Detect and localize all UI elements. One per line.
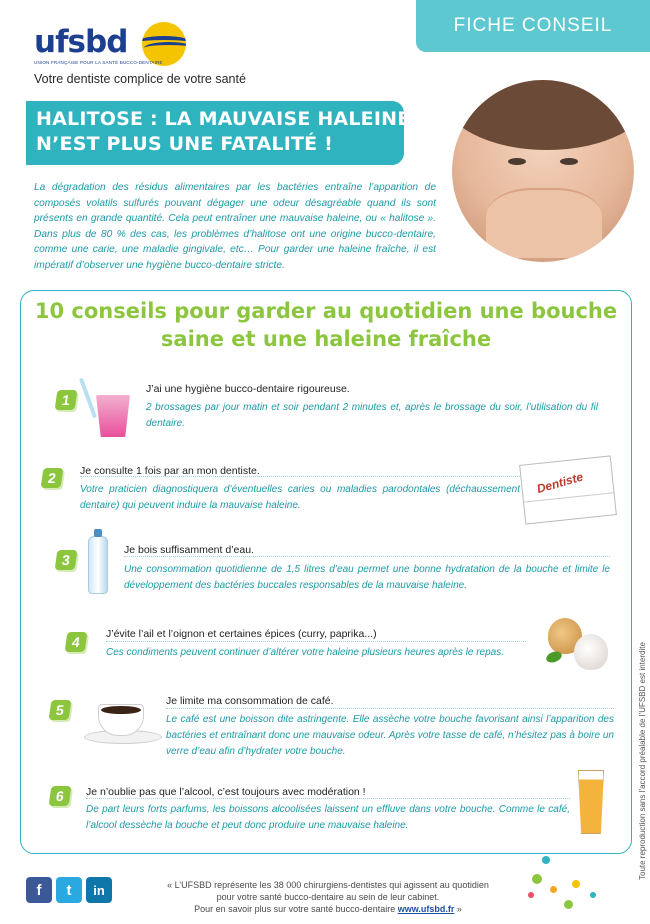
tip-title: J’évite l’ail et l’oignon et certaines é… <box>106 628 377 640</box>
tip-divider <box>166 708 614 709</box>
tip-number-badge: 1 <box>54 390 78 410</box>
reproduction-notice: Toute reproduction sans l’accord préalab… <box>638 642 647 880</box>
tip-divider <box>86 798 570 799</box>
decorative-dots-icon <box>520 846 616 912</box>
tips-title-line-1: 10 conseils pour garder au quotidien une… <box>34 299 618 323</box>
calendar-word: Dentiste <box>535 469 585 497</box>
footer-line-1: « L’UFSBD représente les 38 000 chirurgi… <box>167 880 489 890</box>
tip-description: 2 brossages par jour matin et soir penda… <box>146 402 598 429</box>
intro-paragraph: La dégradation des résidus alimentaires … <box>34 182 436 271</box>
calendar-icon: Dentiste <box>519 455 617 525</box>
beer-glass-icon <box>578 770 604 834</box>
logo-wordmark: ufsbd <box>34 24 128 60</box>
footer-line-3-suffix: » <box>454 904 462 914</box>
tips-title-line-2: saine et une haleine fraîche <box>160 327 492 351</box>
tip-number-badge: 3 <box>54 550 78 570</box>
woman-covering-mouth-image <box>452 80 634 262</box>
tip-description: Le café est une boisson dite astringente… <box>166 714 614 757</box>
ufsbd-website-link[interactable]: www.ufsbd.fr <box>398 904 455 914</box>
glass-icon <box>96 395 130 437</box>
tip-description: Votre praticien diagnostiquera d’éventue… <box>80 484 520 511</box>
garlic-icon <box>574 634 608 670</box>
footer-line-2: pour votre santé bucco-dentaire au sein … <box>216 892 440 902</box>
tip-description: Une consommation quotidienne de 1,5 litr… <box>124 564 610 591</box>
facebook-icon[interactable]: f <box>26 877 52 903</box>
title-line-1: HALITOSE : LA MAUVAISE HALEINE <box>36 108 411 130</box>
tip-number-badge: 2 <box>40 468 64 488</box>
page-title: HALITOSE : LA MAUVAISE HALEINE N’EST PLU… <box>26 101 411 165</box>
tip-title: J’ai une hygiène bucco-dentaire rigoureu… <box>146 383 350 395</box>
tip-number-badge: 5 <box>48 700 72 720</box>
footer-line-3: Pour en savoir plus sur votre santé bucc… <box>140 903 516 915</box>
footer-line-3-prefix: Pour en savoir plus sur votre santé bucc… <box>194 904 398 914</box>
linkedin-icon[interactable]: in <box>86 877 112 903</box>
logo-subtitle: UNION FRANÇAISE POUR LA SANTÉ BUCCO-DENT… <box>34 60 163 65</box>
tip-title: Je n’oublie pas que l’alcool, c’est touj… <box>86 786 366 798</box>
tip-divider <box>106 641 526 642</box>
tip-title: Je limite ma consommation de café. <box>166 695 334 707</box>
ufsbd-logo: ufsbd UNION FRANÇAISE POUR LA SANTÉ BUCC… <box>34 22 194 72</box>
fiche-conseil-tab: FICHE CONSEIL <box>416 0 650 52</box>
tip-number-badge: 6 <box>48 786 72 806</box>
title-line-2: N’EST PLUS UNE FATALITÉ ! <box>36 133 333 155</box>
tip-title: Je consulte 1 fois par an mon dentiste. <box>80 465 260 477</box>
tip-number-badge: 4 <box>64 632 88 652</box>
tagline: Votre dentiste complice de votre santé <box>34 72 246 86</box>
tips-card-title: 10 conseils pour garder au quotidien une… <box>20 297 632 353</box>
water-bottle-icon <box>88 529 108 594</box>
tip-divider <box>124 556 610 557</box>
tip-description: De part leurs forts parfums, les boisson… <box>86 804 570 831</box>
tip-description: Ces condiments peuvent continuer d’altér… <box>106 647 505 658</box>
tip-title: Je bois suffisamment d’eau. <box>124 544 254 556</box>
twitter-icon[interactable]: t <box>56 877 82 903</box>
footer-text: « L’UFSBD représente les 38 000 chirurgi… <box>140 879 516 915</box>
